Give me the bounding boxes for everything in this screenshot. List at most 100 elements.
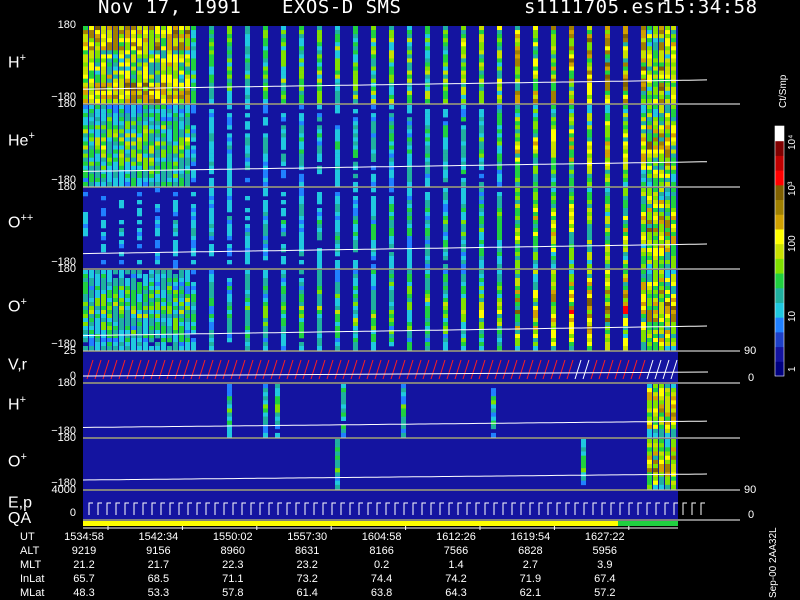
spectrogram-cell [179,129,184,134]
spectrogram-cell [137,302,142,307]
spectrogram-cell [605,248,610,253]
spectrogram-cell [461,109,466,114]
spectrogram-cell [317,98,322,104]
spectrogram-cell [263,26,268,31]
spectrogram-cell [497,298,502,303]
spectrogram-cell [83,294,88,299]
spectrogram-cell [107,105,112,110]
spectrogram-cell [461,157,466,162]
spectrogram-cell [113,173,118,179]
spectrogram-cell [83,322,88,327]
spectrogram-cell [671,286,676,291]
spectrogram-cell [461,117,466,122]
spectrogram-cell [119,38,124,43]
spectrogram-cell [317,232,322,237]
spectrogram-cell [533,177,538,183]
spectrogram-cell [587,220,592,225]
spectrogram-cell [119,161,124,167]
spectrogram-cell [341,432,346,438]
spectrogram-cell [173,342,178,347]
spectrogram-cell [497,42,502,47]
spectrogram-cell [143,286,148,291]
spectrogram-cell [647,121,652,126]
spectrogram-cell [425,129,430,134]
spectrogram-cell [479,129,484,134]
spectrogram-cell [665,204,670,209]
spectrogram-cell [179,173,184,179]
spectrogram-cell [101,173,106,179]
spectrogram-cell [665,306,670,311]
spectrogram-cell [353,310,358,315]
spectrogram-cell [263,86,268,92]
spectrogram-cell [107,70,112,75]
spectrogram-cell [443,270,448,275]
spectrogram-cell [299,322,304,327]
spectrogram-cell [179,346,184,351]
spectrogram-cell [587,30,592,35]
spectrogram-cell [245,145,250,150]
spectrogram-cell [227,232,232,237]
spectrogram-cell [605,244,610,249]
spectrogram-cell [551,252,556,257]
spectrogram-cell [227,94,232,100]
spectrogram-cell [263,228,268,233]
spectrogram-cell [479,298,484,303]
spectrogram-cell [155,224,160,229]
spectrogram-cell [101,145,106,150]
spectrogram-cell [665,54,670,59]
spectrogram-cell [407,224,412,229]
spectrogram-cell [83,46,88,51]
spectrogram-cell [149,26,154,31]
spectrogram-cell [179,177,184,183]
spectrogram-cell [245,252,250,257]
spectrogram-cell [641,50,646,55]
spectrogram-cell [281,256,286,261]
spectrogram-cell [533,86,538,92]
spectrogram-cell [623,133,628,138]
spectrogram-cell [173,157,178,162]
spectrogram-cell [665,282,670,287]
spectrogram-cell [245,240,250,245]
spectrogram-cell [191,252,196,257]
spectrogram-plot [82,26,785,530]
spectrogram-cell [179,278,184,283]
spectrogram-cell [281,290,286,295]
spectrogram-cell [671,264,676,269]
spectrogram-cell [125,113,130,118]
spectrogram-cell [125,78,130,84]
spectrogram-cell [107,326,112,331]
spectrogram-cell [443,149,448,154]
spectrogram-cell [107,94,112,100]
spectrogram-cell [149,181,154,187]
spectrogram-cell [119,278,124,283]
spectrogram-cell [551,224,556,229]
spectrogram-cell [671,480,676,486]
spectrogram-cell [89,26,94,31]
table-cell: 1612:26 [436,531,476,543]
spectrogram-cell [137,346,142,351]
spectrogram-cell [647,338,652,343]
spectrogram-cell [533,224,538,229]
spectrogram-cell [461,90,466,96]
spectrogram-cell [389,264,394,269]
spectrogram-cell [341,404,346,409]
spectrogram-cell [155,157,160,162]
spectrogram-cell [671,346,676,351]
spectrogram-cell [209,252,214,257]
spectrogram-cell [137,58,142,63]
spectrogram-cell [155,173,160,179]
spectrogram-cell [605,98,610,104]
spectrogram-cell [299,220,304,225]
spectrogram-cell [605,240,610,245]
spectrogram-cell [131,282,136,287]
spectrogram-cell [161,26,166,31]
spectrogram-cell [179,314,184,319]
spectrogram-cell [461,294,466,299]
spectrogram-cell [107,46,112,51]
spectrogram-cell [83,94,88,100]
spectrogram-cell [581,468,586,473]
spectrogram-cell [443,34,448,39]
spectrogram-cell [119,228,124,233]
spectrogram-cell [137,322,142,327]
spectrogram-cell [263,90,268,96]
